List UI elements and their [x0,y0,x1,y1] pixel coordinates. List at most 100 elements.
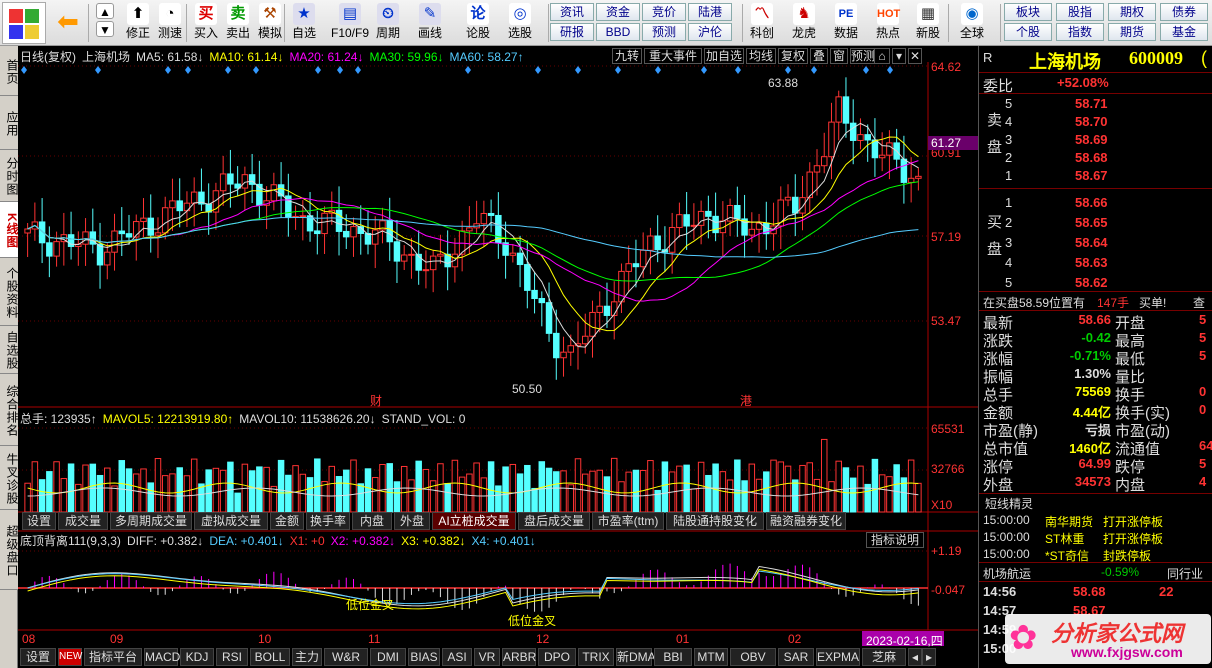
left-tab-1[interactable]: 应用 [0,96,19,150]
indicator-tab-8[interactable]: AI立桩成交量 [432,512,516,530]
left-tab-5[interactable]: 自选股 [0,326,19,374]
bottom-indicator-tab-1[interactable]: NEW [58,648,82,666]
left-tab-3[interactable]: K线图 [0,202,19,258]
ask-price[interactable]: 58.67 [1075,168,1108,183]
buy-notice-more-link[interactable]: 查 [1193,294,1205,311]
market-link-4[interactable]: 个股 [1004,23,1052,41]
market-link-5[interactable]: 指数 [1056,23,1104,41]
bottom-indicator-tab-11[interactable]: ASI [442,648,472,666]
kline-chart-area[interactable]: 日线(复权) 上海机场 MA5: 61.58↓ MA10: 61.14↓ MA20: 6… [18,46,978,666]
indicator-tab-0[interactable]: 设置 [22,512,56,530]
market-link-3[interactable]: 债券 [1160,3,1208,21]
left-tab-8[interactable]: 超级盘口 [0,510,19,590]
quick-link-6[interactable]: 预测 [642,23,686,41]
bottom-indicator-tab-13[interactable]: ARBR [502,648,536,666]
toolbar-f10-button[interactable]: ▤ F10/F9 [330,2,370,44]
indicator-tab-4[interactable]: 金额 [270,512,304,530]
market-link-2[interactable]: 期权 [1108,3,1156,21]
bottom-indicator-tab-20[interactable]: SAR [778,648,814,666]
market-link-0[interactable]: 板块 [1004,3,1052,21]
chart-top-button-2[interactable]: 加自选 [704,48,744,64]
quick-link-7[interactable]: 沪伦 [688,23,732,41]
toolbar-calendar-button[interactable]: ▦ 新股 [912,2,944,44]
left-tab-0[interactable]: 首页 [0,46,19,96]
back-button[interactable]: ⬅ [50,2,86,44]
toolbar-star-button[interactable]: ★ 自选 [288,2,320,44]
quick-link-2[interactable]: 竞价 [642,3,686,21]
toolbar-wrench-button[interactable]: ⬆ 修正 [122,2,154,44]
chart-top-button-9[interactable]: ▾ [892,48,906,64]
market-link-6[interactable]: 期货 [1108,23,1156,41]
scroll-left-button[interactable]: ◂ [908,648,922,666]
indicator-tab-5[interactable]: 换手率 [306,512,350,530]
bid-price[interactable]: 58.63 [1075,255,1108,270]
bottom-indicator-tab-12[interactable]: VR [474,648,500,666]
elf-stock[interactable]: 南华期货 [1045,513,1093,530]
chart-top-button-10[interactable]: ✕ [908,48,922,64]
scroll-right-button[interactable]: ▸ [922,648,936,666]
chart-top-button-4[interactable]: 复权 [778,48,808,64]
chart-canvas[interactable] [18,46,978,646]
toolbar-hot-button[interactable]: HOT 热点 [872,2,904,44]
elf-stock[interactable]: ST林重 [1045,530,1084,547]
ask-price[interactable]: 58.70 [1075,114,1108,129]
bottom-indicator-tab-16[interactable]: 新DMA [616,648,656,666]
toolbar-chart-button[interactable]: 〽科创 [746,2,778,44]
indicator-tab-1[interactable]: 成交量 [58,512,108,530]
bottom-indicator-tab-3[interactable]: MACD [144,648,180,666]
indicator-tab-7[interactable]: 外盘 [394,512,430,530]
bid-price[interactable]: 58.62 [1075,275,1108,290]
left-tab-6[interactable]: 综合排名 [0,374,19,446]
bottom-indicator-tab-2[interactable]: 指标平台 [84,648,142,666]
bottom-indicator-tab-9[interactable]: DMI [370,648,406,666]
indicator-tab-6[interactable]: 内盘 [352,512,392,530]
toolbar-dragon-button[interactable]: ♞ 龙虎 [788,2,820,44]
chart-top-button-5[interactable]: 叠 [810,48,828,64]
market-link-7[interactable]: 基金 [1160,23,1208,41]
toolbar-hammer-button[interactable]: ⚒ 模拟 [254,2,286,44]
market-link-1[interactable]: 股指 [1056,3,1104,21]
bottom-indicator-tab-14[interactable]: DPO [538,648,576,666]
chart-top-button-3[interactable]: 均线 [746,48,776,64]
quick-link-5[interactable]: BBD [596,23,640,41]
indicator-tab-2[interactable]: 多周期成交量 [110,512,192,530]
bid-price[interactable]: 58.66 [1075,195,1108,210]
ask-price[interactable]: 58.68 [1075,150,1108,165]
chart-top-button-8[interactable]: ⌂ [874,48,890,64]
bottom-indicator-tab-17[interactable]: BBI [654,648,692,666]
toolbar-sell-button[interactable]: 卖卖出 [222,2,254,44]
bottom-indicator-tab-6[interactable]: BOLL [250,648,290,666]
bottom-indicator-tab-7[interactable]: 主力 [292,648,322,666]
indicator-explain-button[interactable]: 指标说明 [866,532,924,548]
indicator-tab-12[interactable]: 融资融券变化 [766,512,846,530]
bid-price[interactable]: 58.65 [1075,215,1108,230]
chart-top-button-6[interactable]: 窗 [830,48,848,64]
indicator-tab-11[interactable]: 陆股通持股变化 [666,512,764,530]
toolbar-clock-button[interactable]: ⏲ 周期 [372,2,404,44]
toolbar-pick-button[interactable]: ◎ 选股 [504,2,536,44]
chart-top-button-7[interactable]: 预测 [850,48,876,64]
bottom-indicator-tab-15[interactable]: TRIX [578,648,614,666]
toolbar-buy-button[interactable]: 买买入 [190,2,222,44]
bottom-indicator-tab-8[interactable]: W&R [324,648,368,666]
peer-industry-link[interactable]: 同行业 [1167,565,1203,582]
left-tab-4[interactable]: 个股资料 [0,258,19,326]
left-tab-2[interactable]: 分时图 [0,150,19,202]
indicator-tab-3[interactable]: 虚拟成交量 [194,512,268,530]
bottom-indicator-tab-4[interactable]: KDJ [180,648,214,666]
indicator-tab-10[interactable]: 市盈率(ttm) [592,512,664,530]
bottom-indicator-tab-5[interactable]: RSI [216,648,248,666]
toolbar-forum-button[interactable]: 论论股 [462,2,494,44]
bottom-indicator-tab-19[interactable]: OBV [730,648,776,666]
bottom-indicator-tab-21[interactable]: EXPMA [816,648,860,666]
quick-link-1[interactable]: 资金 [596,3,640,21]
quick-link-3[interactable]: 陆港 [688,3,732,21]
app-logo[interactable] [2,2,46,44]
bid-price[interactable]: 58.64 [1075,235,1108,250]
chart-top-button-1[interactable]: 重大事件 [644,48,702,64]
left-tab-7[interactable]: 牛叉诊股 [0,446,19,510]
bottom-indicator-tab-10[interactable]: BIAS [408,648,440,666]
bottom-indicator-tab-22[interactable]: 芝麻 [862,648,906,666]
toolbar-globe-button[interactable]: ◉ 全球 [956,2,988,44]
quick-link-4[interactable]: 研报 [550,23,594,41]
